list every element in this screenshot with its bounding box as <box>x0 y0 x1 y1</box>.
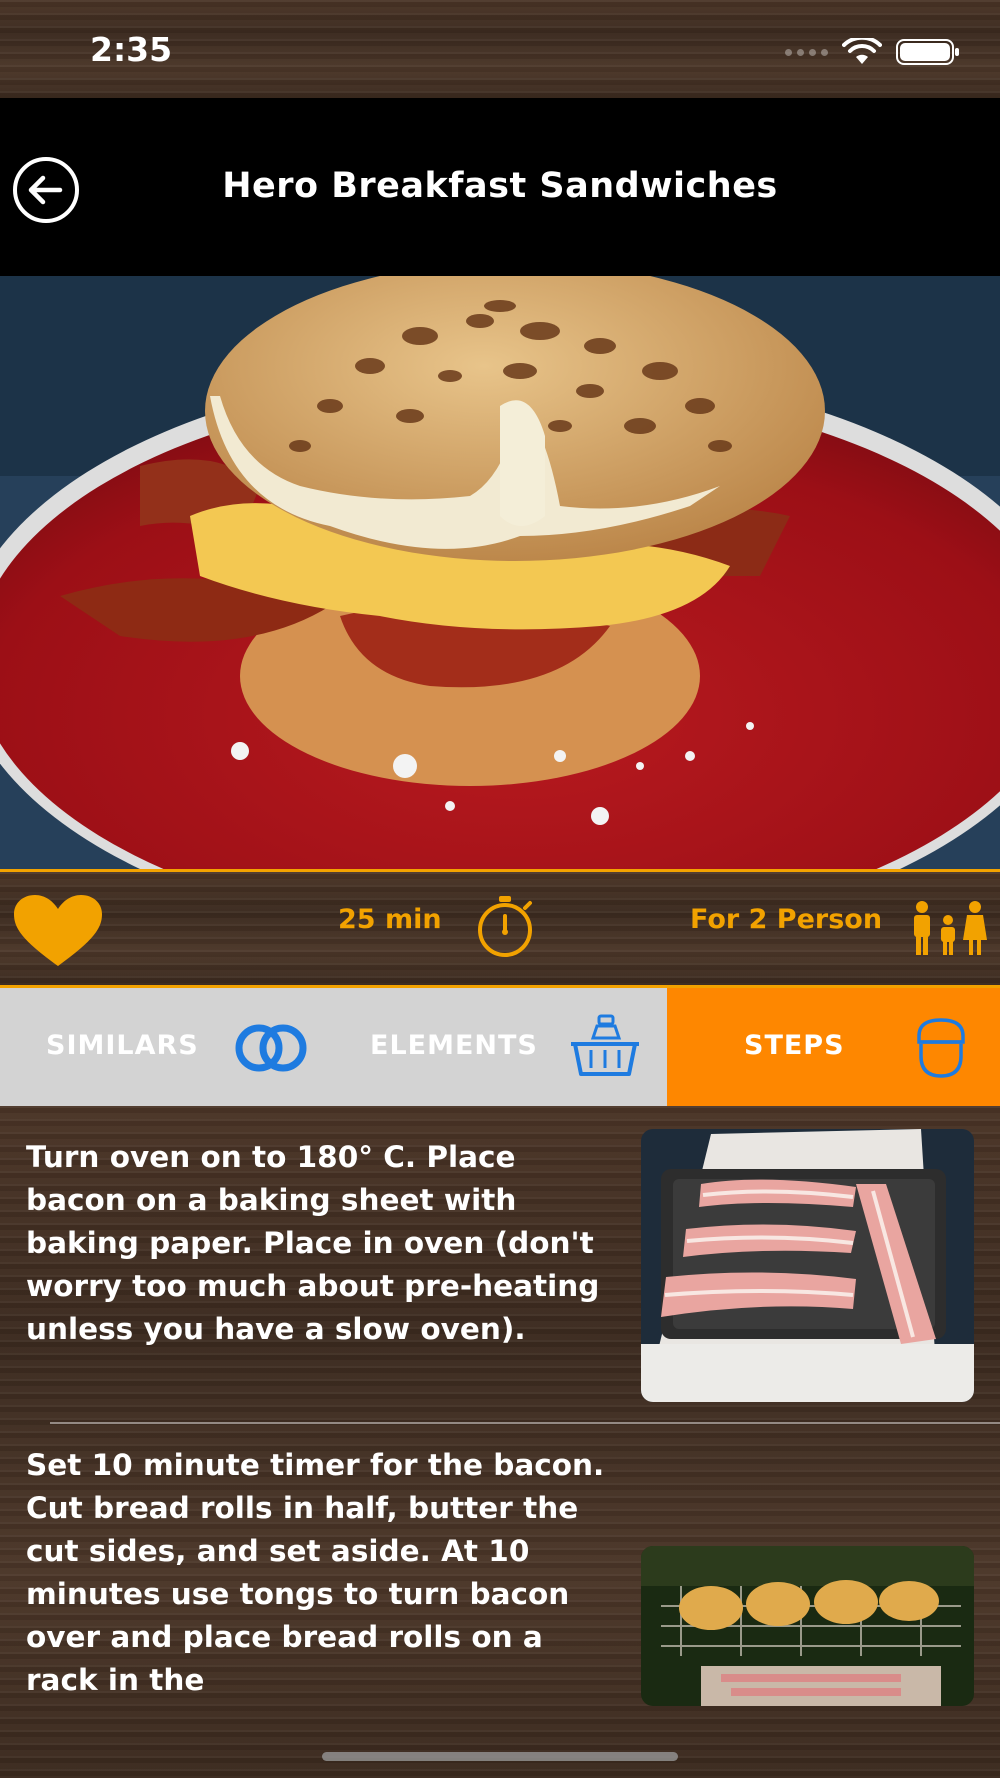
list-item: Turn oven on to 180° C. Place bacon on a… <box>0 1106 1000 1419</box>
stopwatch-icon <box>478 896 532 957</box>
step-photo <box>641 1546 974 1706</box>
tab-label: SIMILARS <box>46 1030 199 1061</box>
tab-similars[interactable]: SIMILARS <box>0 988 333 1106</box>
tab-label: ELEMENTS <box>370 1030 538 1061</box>
status-bar: 2:35 <box>0 0 1000 98</box>
recipe-photo <box>0 276 1000 869</box>
family-icon <box>914 901 987 955</box>
battery-icon <box>896 39 959 65</box>
grocery-basket-icon <box>571 1014 639 1076</box>
divider <box>50 1422 1000 1424</box>
linked-rings-icon <box>235 1024 307 1072</box>
page-title: Hero Breakfast Sandwiches <box>222 166 778 206</box>
tab-bar: SIMILARS ELEMENTS STEPS <box>0 988 1000 1106</box>
steps-list: Turn oven on to 180° C. Place bacon on a… <box>0 1106 1000 1778</box>
tab-label: STEPS <box>744 1030 845 1061</box>
heart-icon[interactable] <box>12 894 104 968</box>
list-item: Set 10 minute timer for the bacon. Cut b… <box>0 1426 1000 1778</box>
step-text: Set 10 minute timer for the bacon. Cut b… <box>26 1448 605 1697</box>
status-time: 2:35 <box>90 30 173 69</box>
step-photo <box>641 1129 974 1402</box>
recipe-info-bar: 25 min For 2 Person <box>0 872 1000 985</box>
chef-icon <box>917 1018 965 1078</box>
status-icons <box>785 38 960 66</box>
step-text: Turn oven on to 180° C. Place bacon on a… <box>26 1140 600 1346</box>
tab-elements[interactable]: ELEMENTS <box>333 988 667 1106</box>
home-indicator[interactable] <box>322 1752 678 1761</box>
tab-steps[interactable]: STEPS <box>667 988 1000 1106</box>
cook-time: 25 min <box>338 904 442 935</box>
signal-icon <box>785 48 828 56</box>
wifi-icon <box>842 38 882 64</box>
servings: For 2 Person <box>690 904 883 935</box>
